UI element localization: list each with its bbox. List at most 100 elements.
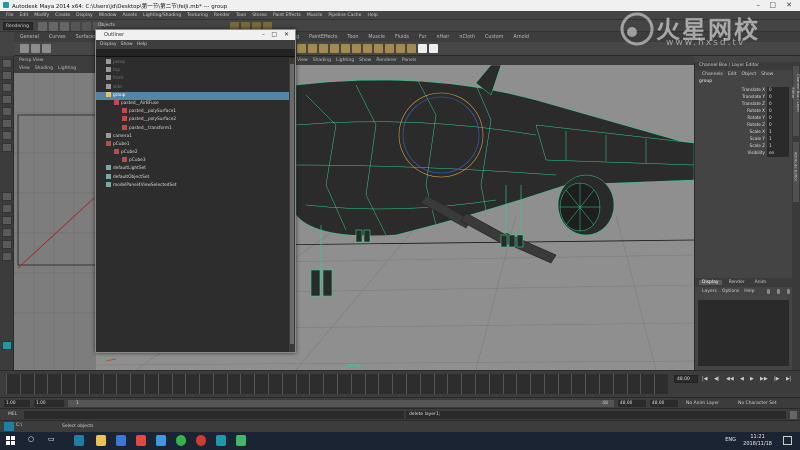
shelf-tab-custom[interactable]: Custom [485, 35, 503, 40]
lasso-tool-icon[interactable] [2, 71, 12, 80]
shelf-tool-icon[interactable] [429, 44, 438, 53]
time-slider-track[interactable] [6, 374, 668, 394]
menu-lighting-shading[interactable]: Lighting/Shading [143, 13, 181, 18]
outliner-item[interactable]: pCube2 [96, 149, 295, 157]
panel-menu-shading[interactable]: Shading [35, 66, 53, 71]
go-to-start-icon[interactable]: |◀ [702, 376, 708, 382]
notifications-icon[interactable] [783, 436, 792, 445]
outliner-item[interactable]: top [96, 67, 295, 75]
step-forward-key-icon[interactable]: ▶▶ [760, 376, 768, 382]
layout-two-icon[interactable] [2, 216, 12, 225]
layer-list[interactable] [698, 300, 789, 366]
app-icon[interactable] [176, 435, 186, 446]
anim-layer-dropdown[interactable]: No Anim Layer [686, 401, 719, 406]
channel-attribute-row[interactable]: Visibility on [695, 150, 792, 157]
select-object-icon[interactable] [82, 22, 91, 31]
shelf-tab-curves[interactable]: Curves [49, 35, 66, 40]
layout-single-icon[interactable] [2, 192, 12, 201]
new-layer-selected-icon[interactable] [776, 289, 780, 294]
menu-toon[interactable]: Toon [236, 13, 246, 18]
command-input[interactable] [24, 411, 404, 419]
shelf-tab-surfaces[interactable]: Surfaces [76, 35, 97, 40]
rotate-tool-icon[interactable] [2, 107, 12, 116]
step-forward-icon[interactable]: |▶ [774, 376, 780, 382]
file-explorer-icon[interactable] [96, 435, 106, 446]
outliner-item[interactable]: side [96, 83, 295, 92]
new-layer-icon[interactable] [766, 289, 770, 294]
channel-attribute-value[interactable]: 0 [767, 87, 789, 94]
shelf-tab-muscle[interactable]: Muscle [368, 35, 385, 40]
select-hierarchy-icon[interactable] [71, 22, 80, 31]
outliner-item[interactable]: pCube1 [96, 140, 295, 149]
menu-muscle[interactable]: Muscle [307, 13, 323, 18]
channel-attribute-row[interactable]: Translate Z0 [695, 101, 792, 108]
app-icon[interactable] [236, 435, 246, 446]
end-time-field[interactable]: 48.00 [650, 400, 678, 407]
paint-select-icon[interactable] [2, 83, 12, 92]
shelf-tool-icon[interactable] [396, 44, 405, 53]
side-tab-attribute-editor[interactable]: Attribute Editor [793, 142, 799, 202]
playback-start-field[interactable]: 1.00 [34, 400, 64, 407]
shelf-tab-toon[interactable]: Toon [347, 35, 358, 40]
viewport-menu-shading[interactable]: Shading [313, 58, 331, 63]
maya-taskbar-icon[interactable] [74, 435, 84, 446]
maximize-button[interactable]: □ [271, 30, 277, 40]
outliner-filter-input[interactable] [96, 49, 295, 57]
step-back-key-icon[interactable]: ◀◀ [726, 376, 734, 382]
menu-modify[interactable]: Modify [34, 13, 49, 18]
minimize-button[interactable]: – [262, 30, 265, 40]
go-to-end-icon[interactable]: ▶| [786, 376, 792, 382]
outliner-item[interactable]: front [96, 75, 295, 83]
shelf-tool-icon[interactable] [363, 44, 372, 53]
channel-attribute-value[interactable]: 0 [767, 94, 789, 101]
search-icon[interactable]: ○ [28, 435, 38, 446]
range-bar[interactable]: 1 48 [68, 400, 614, 407]
channel-attribute-row[interactable]: Rotate Z0 [695, 122, 792, 129]
outliner-item[interactable]: pCube3 [96, 157, 295, 165]
channel-menu-object[interactable]: Object [742, 72, 757, 77]
maya-taskbar-icon[interactable] [216, 435, 226, 446]
layer-tab-render[interactable]: Render [726, 280, 748, 285]
new-scene-icon[interactable] [38, 22, 47, 31]
app-icon[interactable] [116, 435, 126, 446]
channel-attribute-value[interactable]: 0 [767, 115, 789, 122]
layout-four-icon[interactable] [2, 204, 12, 213]
shelf-tab-arnold[interactable]: Arnold [513, 35, 529, 40]
menu-texturing[interactable]: Texturing [187, 13, 208, 18]
shelf-tab-painteffects[interactable]: PaintEffects [309, 35, 337, 40]
select-tool-icon[interactable] [2, 59, 12, 68]
outliner-item[interactable]: defaultLightSet [96, 165, 295, 173]
layout-outliner-icon[interactable] [2, 228, 12, 237]
menu-pipeline-cache[interactable]: Pipeline Cache [328, 13, 361, 18]
shelf-tab-fur[interactable]: Fur [419, 35, 427, 40]
side-tab-channel-box[interactable]: Channel Box / Layer Editor [791, 66, 800, 136]
menu-window[interactable]: Window [99, 13, 117, 18]
app-icon[interactable] [136, 435, 146, 446]
channel-attribute-value[interactable]: 0 [767, 108, 789, 115]
shelf-tool-icon[interactable] [374, 44, 383, 53]
playback-end-field[interactable]: 48.00 [618, 400, 646, 407]
shelf-tool-icon[interactable] [385, 44, 394, 53]
shelf-tab-ncloth[interactable]: nCloth [459, 35, 475, 40]
menu-edit[interactable]: Edit [20, 13, 29, 18]
play-forward-icon[interactable]: ▶ [750, 376, 754, 382]
viewport-menu-renderer[interactable]: Renderer [376, 58, 397, 63]
manipulator-icon[interactable] [2, 131, 12, 140]
outliner-item[interactable]: defaultObjectSet [96, 173, 295, 182]
start-time-field[interactable]: 1.00 [4, 400, 30, 407]
menu-set-dropdown[interactable]: Rendering [3, 22, 33, 30]
layer-tab-display[interactable]: Display [699, 280, 722, 285]
layout-hypershade-icon[interactable] [2, 252, 12, 261]
menu-render[interactable]: Render [214, 13, 230, 18]
channel-attribute-value[interactable]: 0 [767, 101, 789, 108]
shelf-tool-icon[interactable] [352, 44, 361, 53]
shelf-tool-icon[interactable] [297, 44, 306, 53]
channel-attribute-value[interactable]: 0 [767, 122, 789, 129]
outliner-scrollbar[interactable] [289, 58, 295, 352]
close-button[interactable]: ✕ [284, 30, 289, 40]
app-icon[interactable] [196, 435, 206, 446]
shelf-tool-icon[interactable] [319, 44, 328, 53]
shelf-tool-icon[interactable] [418, 44, 427, 53]
input-language[interactable]: ENG [725, 437, 736, 443]
outliner-item[interactable]: pasted__polySurface2 [96, 116, 295, 124]
